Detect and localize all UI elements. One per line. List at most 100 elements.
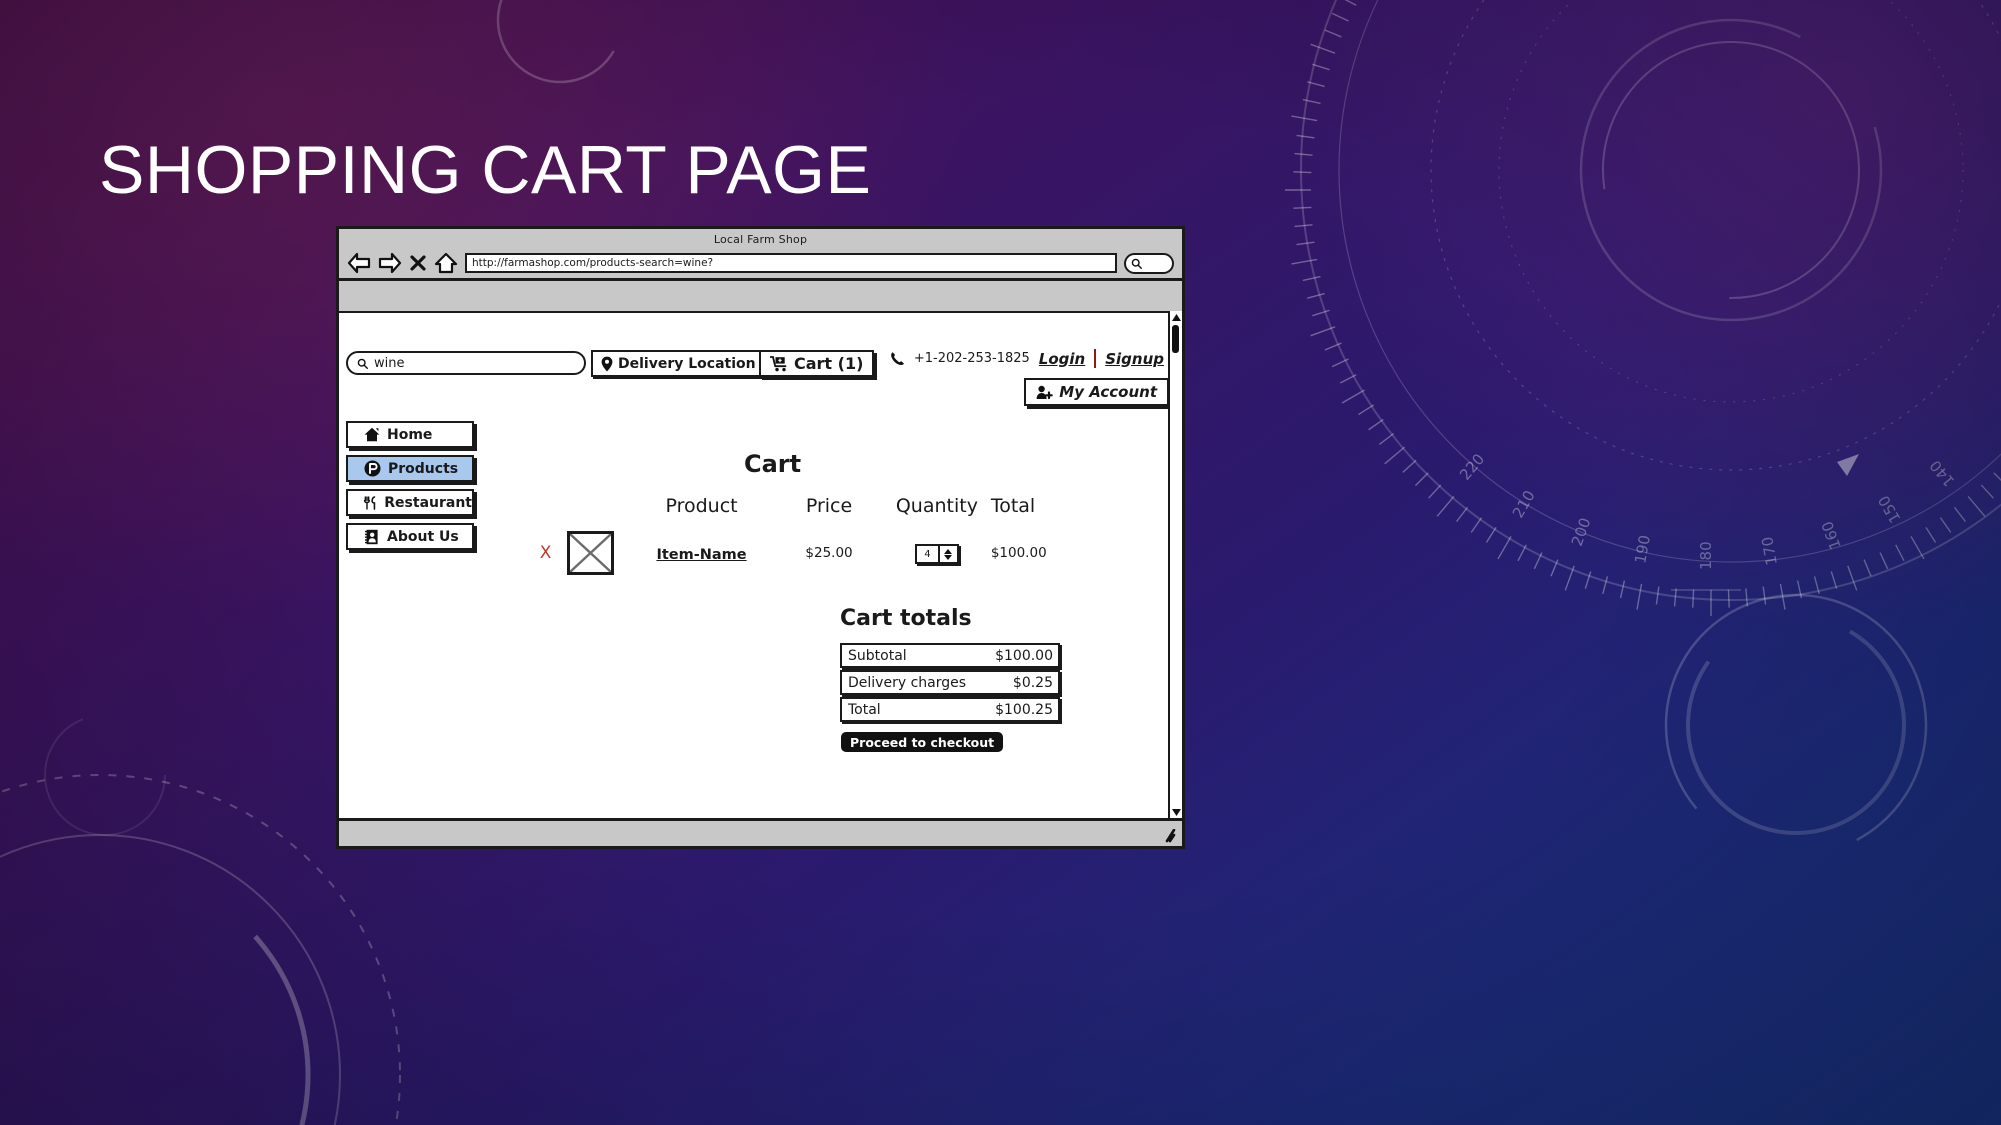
product-total-cell: $100.00 bbox=[990, 545, 1047, 561]
svg-text:210: 210 bbox=[1509, 487, 1539, 521]
back-arrow-icon[interactable] bbox=[347, 252, 371, 274]
column-header-total: Total bbox=[990, 495, 1036, 517]
cart-button-label: Cart (1) bbox=[794, 354, 864, 373]
svg-text:140: 140 bbox=[1926, 457, 1958, 491]
contact-card-icon bbox=[365, 529, 378, 544]
cart-totals-heading: Cart totals bbox=[840, 606, 972, 631]
forward-arrow-icon[interactable] bbox=[378, 252, 402, 274]
search-input[interactable]: wine bbox=[346, 351, 586, 375]
cart-totals-table: Subtotal $100.00 Delivery charges $0.25 … bbox=[840, 643, 1060, 724]
product-name-cell: Item-Name bbox=[628, 544, 775, 563]
radar-decoration-top-right bbox=[1300, 0, 2001, 601]
quantity-value[interactable]: 4 bbox=[917, 546, 938, 562]
svg-text:170: 170 bbox=[1758, 535, 1781, 566]
presentation-slide: 140 150 160 170 180 190 200 210 220 SHOPPING CAR… bbox=[0, 0, 2001, 1125]
totals-label: Subtotal bbox=[848, 647, 907, 664]
page-title: SHOPPING CART PAGE bbox=[99, 132, 872, 208]
caret-down-icon[interactable] bbox=[944, 554, 953, 560]
sidebar-item-home[interactable]: Home bbox=[346, 421, 474, 448]
cart-button[interactable]: Cart (1) bbox=[759, 350, 875, 377]
home-icon bbox=[364, 427, 380, 442]
svg-text:220: 220 bbox=[1456, 450, 1488, 484]
image-placeholder-icon bbox=[567, 531, 615, 575]
scrollbar-down-arrow[interactable] bbox=[1170, 806, 1182, 818]
browser-window-mockup: Local Farm Shop http://farmashop.com/pro… bbox=[336, 226, 1185, 849]
search-icon bbox=[1131, 258, 1142, 269]
search-input-value: wine bbox=[374, 355, 405, 371]
browser-search-box[interactable] bbox=[1124, 252, 1174, 274]
sidebar-item-label: Restaurant bbox=[384, 494, 472, 511]
svg-text:160: 160 bbox=[1818, 519, 1845, 552]
proceed-to-checkout-button[interactable]: Proceed to checkout bbox=[841, 732, 1004, 752]
totals-value: $0.25 bbox=[1012, 674, 1053, 691]
resize-grip-icon[interactable] bbox=[1160, 829, 1176, 843]
contact-bar: +1-202-253-1825 Login Signup bbox=[890, 349, 1164, 368]
sidebar-item-products[interactable]: Products bbox=[346, 455, 474, 482]
totals-label: Total bbox=[848, 701, 881, 718]
column-header-quantity: Quantity bbox=[895, 495, 978, 517]
page-scrollbar[interactable] bbox=[1168, 311, 1182, 818]
svg-text:200: 200 bbox=[1568, 515, 1595, 548]
sidebar-item-restaurant[interactable]: Restaurant bbox=[346, 489, 474, 516]
product-price-cell: $25.00 bbox=[805, 545, 853, 561]
browser-window-title: Local Farm Shop bbox=[713, 233, 808, 246]
login-link[interactable]: Login bbox=[1039, 350, 1085, 368]
cart-table: Product Price Quantity Total X Item-Name… bbox=[524, 495, 1084, 575]
totals-row-total: Total $100.25 bbox=[840, 697, 1060, 722]
my-account-button[interactable]: My Account bbox=[1024, 378, 1169, 406]
user-add-icon bbox=[1036, 385, 1054, 399]
delivery-location-select[interactable]: Delivery Location bbox=[591, 350, 785, 377]
site-top-strip bbox=[339, 281, 1182, 313]
sidebar-item-label: Home bbox=[387, 426, 433, 443]
cart-table-header: Product Price Quantity Total bbox=[524, 495, 1084, 517]
arc-decoration-left-mid bbox=[44, 714, 166, 836]
caret-up-icon[interactable] bbox=[944, 548, 953, 554]
column-header-price: Price bbox=[805, 495, 853, 517]
svg-text:150: 150 bbox=[1875, 492, 1905, 526]
sidebar-item-label: About Us bbox=[387, 528, 459, 545]
delivery-location-label: Delivery Location bbox=[618, 355, 756, 372]
product-name-link[interactable]: Item-Name bbox=[656, 547, 746, 563]
scrollbar-up-arrow[interactable] bbox=[1170, 311, 1182, 323]
totals-row-subtotal: Subtotal $100.00 bbox=[840, 643, 1060, 668]
sidebar-item-label: Products bbox=[388, 460, 459, 477]
remove-item-x: X bbox=[539, 543, 552, 563]
product-quantity-cell: 4 bbox=[883, 542, 991, 565]
restaurant-icon bbox=[364, 495, 376, 510]
location-pin-icon bbox=[601, 356, 613, 371]
home-icon[interactable] bbox=[434, 252, 458, 274]
signup-link[interactable]: Signup bbox=[1105, 350, 1164, 368]
totals-label: Delivery charges bbox=[848, 674, 967, 691]
product-thumbnail bbox=[567, 531, 628, 575]
products-icon bbox=[364, 460, 381, 477]
svg-text:180: 180 bbox=[1697, 541, 1715, 570]
phone-number: +1-202-253-1825 bbox=[913, 351, 1030, 366]
quantity-stepper[interactable]: 4 bbox=[914, 544, 959, 565]
phone-icon bbox=[891, 352, 904, 366]
column-header-product: Product bbox=[665, 495, 738, 517]
search-icon bbox=[357, 358, 368, 369]
cart-heading: Cart bbox=[744, 450, 802, 478]
arc-decoration-top-center bbox=[496, 0, 624, 84]
browser-viewport: wine Delivery Location Cart (1) +1-202-2… bbox=[339, 281, 1182, 818]
radar-tick-ring: 140 150 160 170 180 190 200 210 220 bbox=[1285, 0, 2001, 616]
stop-x-icon[interactable] bbox=[409, 252, 427, 274]
remove-item-button[interactable]: X bbox=[524, 543, 567, 563]
shopping-cart-icon bbox=[770, 355, 787, 371]
my-account-label: My Account bbox=[1059, 383, 1157, 401]
scrollbar-thumb[interactable] bbox=[1172, 325, 1179, 353]
totals-value: $100.00 bbox=[995, 647, 1053, 664]
cart-item-row: X Item-Name $25.00 4 $100.00 bbox=[524, 531, 1084, 575]
sidebar-item-about-us[interactable]: About Us bbox=[346, 523, 474, 550]
url-bar[interactable]: http://farmashop.com/products-search=win… bbox=[465, 253, 1117, 273]
svg-text:190: 190 bbox=[1631, 534, 1654, 565]
auth-separator bbox=[1094, 349, 1097, 368]
ring-decoration-mid-right bbox=[1664, 589, 1928, 857]
totals-row-delivery: Delivery charges $0.25 bbox=[840, 670, 1060, 695]
browser-status-bar bbox=[339, 818, 1182, 846]
quantity-stepper-buttons[interactable] bbox=[937, 546, 957, 563]
sidebar-nav: Home Products Restaurant About Us bbox=[346, 421, 474, 557]
browser-chrome: Local Farm Shop http://farmashop.com/pro… bbox=[339, 229, 1182, 281]
totals-value: $100.25 bbox=[995, 701, 1053, 718]
url-text: http://farmashop.com/products-search=win… bbox=[472, 257, 714, 269]
